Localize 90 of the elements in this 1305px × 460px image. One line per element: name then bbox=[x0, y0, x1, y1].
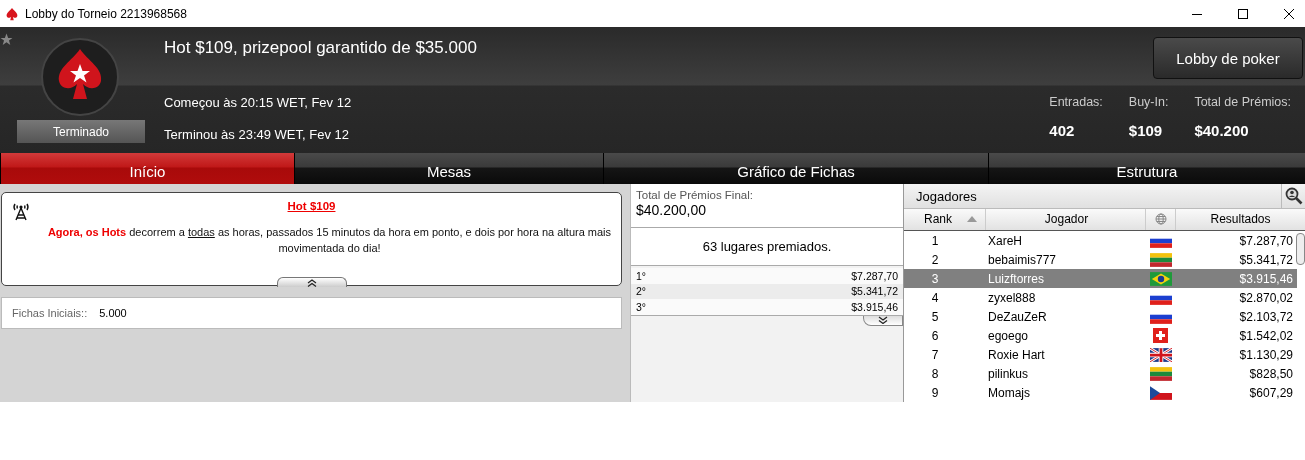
rank-cell-text: 7 bbox=[930, 347, 940, 362]
todas-link[interactable]: todas bbox=[187, 226, 215, 238]
place-cell: 2° bbox=[636, 285, 647, 298]
star-icon[interactable] bbox=[0, 33, 13, 46]
result-cell-text: $1.542,02 bbox=[1238, 328, 1294, 343]
rank-cell-text: 2 bbox=[930, 252, 940, 267]
lobby-button[interactable]: Lobby de poker bbox=[1153, 37, 1303, 79]
result-cell-text: $5.341,72 bbox=[1238, 252, 1294, 267]
player-row[interactable]: 9 Momajs $607,29 bbox=[904, 383, 1297, 402]
flag-icon bbox=[1153, 328, 1168, 343]
flag-icon bbox=[1149, 366, 1172, 381]
players-title: Jogadores bbox=[915, 188, 977, 206]
tab[interactable]: Gráfico de Fichas bbox=[603, 153, 988, 184]
scrollbar[interactable] bbox=[1296, 233, 1305, 265]
tab[interactable]: Estrutura bbox=[988, 153, 1305, 184]
player-row[interactable]: 2 bebaimis777 $5.341,72 bbox=[904, 250, 1297, 269]
player-name-cell-text: pilinkus bbox=[987, 366, 1030, 381]
tab[interactable]: Mesas bbox=[294, 153, 603, 184]
rank-cell-text: 8 bbox=[930, 366, 940, 381]
result-cell-text: $2.870,02 bbox=[1238, 290, 1294, 305]
maximize-icon[interactable] bbox=[1237, 7, 1249, 20]
player-name-cell-text: DeZauZeR bbox=[987, 309, 1048, 324]
player-row[interactable]: 4 zyxel888 $2.870,02 bbox=[904, 288, 1297, 307]
notice-title-link[interactable]: Hot $109 bbox=[287, 200, 336, 212]
stat-label: Total de Prémios: bbox=[1194, 95, 1291, 109]
column-header[interactable]: Resultados bbox=[1176, 208, 1305, 230]
search-icon bbox=[1284, 186, 1303, 205]
rank-cell-text: 4 bbox=[930, 290, 940, 305]
prize-total-value: $40.200,00 bbox=[636, 202, 708, 218]
player-row[interactable]: 7 Roxie Hart $1.130,29 bbox=[904, 345, 1297, 364]
status-ribbon: Terminado bbox=[17, 120, 145, 143]
player-name-cell-text: Roxie Hart bbox=[987, 347, 1046, 362]
chips-value: 5.000 bbox=[99, 307, 127, 319]
rank-cell-text: 9 bbox=[930, 385, 940, 400]
player-name-cell-text: zyxel888 bbox=[987, 290, 1037, 305]
player-name-cell-text: XareH bbox=[987, 233, 1023, 248]
column-header[interactable]: Rank bbox=[904, 208, 986, 230]
stat-value: 402 bbox=[1049, 122, 1076, 139]
flag-icon bbox=[1149, 385, 1172, 400]
paid-places-text: 63 lugares premiados. bbox=[702, 239, 832, 254]
stat-value: $40.200 bbox=[1194, 122, 1250, 139]
rank-cell-text: 3 bbox=[930, 271, 940, 286]
flag-icon bbox=[1149, 271, 1172, 286]
result-cell-text: $2.103,72 bbox=[1238, 309, 1294, 324]
rank-cell-text: 5 bbox=[930, 309, 940, 324]
antenna-icon bbox=[11, 201, 31, 221]
flag-icon bbox=[1149, 252, 1172, 267]
player-row[interactable]: 5 DeZauZeR $2.103,72 bbox=[904, 307, 1297, 326]
player-row[interactable]: 6 egoego $1.542,02 bbox=[904, 326, 1297, 345]
result-cell-text: $3.915,46 bbox=[1238, 271, 1294, 286]
double-chevron-up-icon bbox=[307, 278, 317, 287]
flag-icon bbox=[1149, 347, 1172, 362]
prize-cell: $5.341,72 bbox=[851, 285, 898, 298]
result-cell-text: $607,29 bbox=[1248, 385, 1294, 400]
player-row[interactable]: 3 Luizftorres $3.915,46 bbox=[904, 269, 1297, 288]
player-row[interactable]: 1 XareH $7.287,70 bbox=[904, 231, 1297, 250]
window-title: Lobby do Torneio 2213968568 bbox=[25, 6, 188, 21]
search-button[interactable] bbox=[1281, 184, 1305, 208]
result-cell-text: $828,50 bbox=[1248, 366, 1294, 381]
double-chevron-down-icon bbox=[878, 316, 888, 324]
expand-button[interactable] bbox=[863, 315, 903, 326]
start-time: Começou às 20:15 WET, Fev 12 bbox=[164, 95, 352, 110]
tab[interactable]: Início bbox=[0, 153, 294, 184]
spade-icon bbox=[5, 6, 19, 21]
place-cell: 3° bbox=[636, 300, 647, 313]
collapse-button[interactable] bbox=[277, 277, 347, 287]
player-name-cell-text: bebaimis777 bbox=[987, 252, 1058, 267]
end-time: Terminou às 23:49 WET, Fev 12 bbox=[164, 127, 350, 142]
chips-label: Fichas Iniciais:: bbox=[12, 307, 88, 319]
sort-ascending-icon bbox=[967, 216, 977, 223]
player-name-cell-text: Luizftorres bbox=[987, 271, 1046, 286]
prize-total-label: Total de Prémios Final: bbox=[636, 189, 754, 201]
rank-cell-text: 1 bbox=[930, 233, 940, 248]
stat-label: Buy-In: bbox=[1128, 95, 1169, 109]
place-cell: 1° bbox=[636, 269, 647, 282]
player-row[interactable]: 8 pilinkus $828,50 bbox=[904, 364, 1297, 383]
rank-cell-text: 6 bbox=[930, 328, 940, 343]
result-cell-text: $7.287,70 bbox=[1238, 233, 1294, 248]
player-name-cell-text: egoego bbox=[987, 328, 1030, 343]
stat-value: $109 bbox=[1128, 122, 1164, 139]
column-header[interactable]: Jogador bbox=[986, 208, 1146, 230]
prize-cell: $7.287,70 bbox=[851, 269, 898, 282]
player-name-cell-text: Momajs bbox=[987, 385, 1031, 400]
close-icon[interactable] bbox=[1283, 7, 1295, 20]
stat-label: Entradas: bbox=[1049, 95, 1103, 109]
prize-cell: $3.915,46 bbox=[851, 300, 898, 313]
notice-text: Agora, os Hots decorrem a todas as horas, passados 15 minutos da hora em ponto, e dois por hora na altura mais movimentada do dia! bbox=[46, 225, 613, 256]
result-cell-text: $1.130,29 bbox=[1238, 347, 1294, 362]
globe-icon bbox=[1154, 213, 1167, 226]
tournament-title: Hot $109, prizepool garantido de $35.000 bbox=[164, 38, 477, 58]
